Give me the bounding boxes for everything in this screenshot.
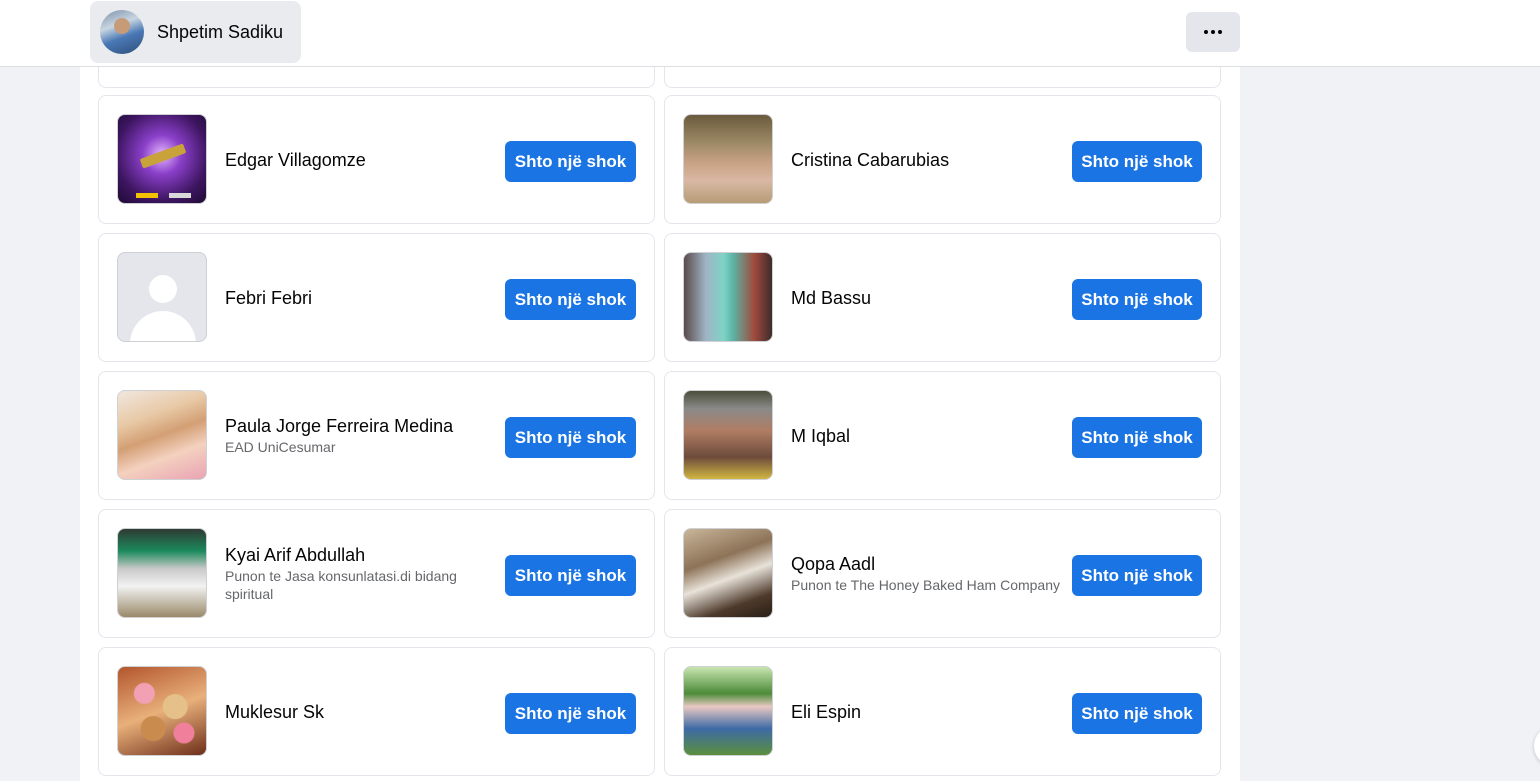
person-card: Qopa Aadl Punon te The Honey Baked Ham C… [664,509,1221,638]
person-photo[interactable] [683,252,773,342]
add-friend-button[interactable]: Shto një shok [1072,141,1202,182]
person-name[interactable]: Cristina Cabarubias [791,149,1061,171]
person-photo[interactable] [683,390,773,480]
profile-link[interactable]: Shpetim Sadiku [90,1,301,63]
person-card: Edgar Villagomze Shto një shok [98,95,655,224]
person-photo[interactable] [117,390,207,480]
person-name[interactable]: Febri Febri [225,287,495,309]
person-card: Md Bassu Shto një shok [664,233,1221,362]
profile-avatar [100,10,144,54]
person-name[interactable]: Paula Jorge Ferreira Medina [225,415,495,437]
person-card: Muklesur Sk Shto një shok [98,647,655,776]
person-card: Paula Jorge Ferreira Medina EAD UniCesum… [98,371,655,500]
person-name[interactable]: Qopa Aadl [791,553,1061,575]
add-friend-button[interactable]: Shto një shok [1072,279,1202,320]
person-name[interactable]: Edgar Villagomze [225,149,495,171]
person-card: Kyai Arif Abdullah Punon te Jasa konsunl… [98,509,655,638]
top-bar: Shpetim Sadiku [0,0,1540,67]
person-subtitle: EAD UniCesumar [225,439,336,455]
person-photo[interactable] [683,528,773,618]
person-subtitle: Punon te Jasa konsunlatasi.di bidang spi… [225,568,457,602]
add-friend-button[interactable]: Shto një shok [505,417,636,458]
add-friend-button[interactable]: Shto një shok [505,693,636,734]
person-card: M Iqbal Shto një shok [664,371,1221,500]
floating-action-button[interactable] [1534,726,1540,766]
person-photo[interactable] [117,528,207,618]
person-photo[interactable] [117,114,207,204]
more-options-button[interactable] [1186,12,1240,52]
person-name[interactable]: Eli Espin [791,701,1061,723]
person-name[interactable]: M Iqbal [791,425,1061,447]
person-card: Cristina Cabarubias Shto një shok [664,95,1221,224]
person-photo[interactable] [117,252,207,342]
person-photo[interactable] [683,666,773,756]
add-friend-button[interactable]: Shto një shok [1072,693,1202,734]
person-name[interactable]: Kyai Arif Abdullah [225,544,495,566]
profile-name: Shpetim Sadiku [157,21,284,42]
add-friend-button[interactable]: Shto një shok [1072,555,1202,596]
person-name[interactable]: Md Bassu [791,287,1061,309]
partial-card [98,66,655,88]
person-card: Febri Febri Shto një shok [98,233,655,362]
more-horizontal-icon [1204,30,1222,34]
person-photo[interactable] [117,666,207,756]
add-friend-button[interactable]: Shto një shok [505,279,636,320]
friends-suggestions-panel: Edgar Villagomze Shto një shok Cristina … [80,66,1240,781]
add-friend-button[interactable]: Shto një shok [505,141,636,182]
add-friend-button[interactable]: Shto një shok [1072,417,1202,458]
add-friend-button[interactable]: Shto një shok [505,555,636,596]
person-photo[interactable] [683,114,773,204]
partial-card [664,66,1221,88]
person-name[interactable]: Muklesur Sk [225,701,495,723]
person-card: Eli Espin Shto një shok [664,647,1221,776]
person-subtitle: Punon te The Honey Baked Ham Company [791,577,1061,593]
